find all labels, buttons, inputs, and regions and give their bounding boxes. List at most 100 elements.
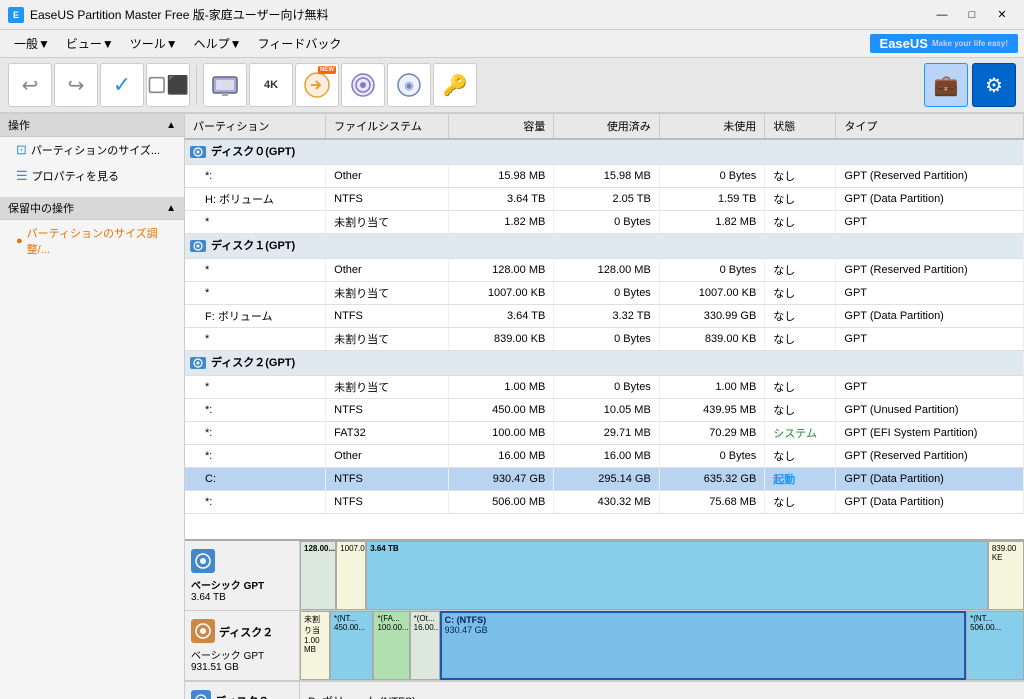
disk-header-row-0: ディスク０(GPT): [185, 139, 1024, 165]
table-body: ディスク０(GPT) *:Other15.98 MB15.98 MB0 Bytes…: [185, 139, 1024, 514]
toolbar-right: 💼 ⚙: [924, 63, 1016, 107]
sidebar-item-pending[interactable]: ● パーティションのサイズ調整/...: [0, 220, 184, 262]
disk2-part-ntfs2[interactable]: *(NT...506.00...: [966, 611, 1024, 680]
disk2-part-ntfs1[interactable]: *(NT...450.00...: [330, 611, 373, 680]
clone-button[interactable]: ◉: [387, 63, 431, 107]
table-row[interactable]: *:Other15.98 MB15.98 MB0 BytesなしGPT (Res…: [185, 165, 1024, 188]
toolbar-left: ↩ ↪ ✓ ⬛ 4K NEW ◉ 🔑: [8, 63, 477, 107]
titlebar-left: E EaseUS Partition Master Free 版-家庭ユーザー向…: [8, 6, 328, 23]
resize-new-button[interactable]: NEW: [295, 63, 339, 107]
disk1-part-unalloc1[interactable]: 1007.00...: [336, 541, 366, 610]
sidebar-item-properties[interactable]: ☰ プロパティを見る: [0, 163, 184, 189]
col-status: 状態: [765, 114, 836, 139]
disk-icon-2: [189, 357, 211, 369]
menubar-items: 一般▼ ビュー▼ ツール▼ ヘルプ▼ フィードバック: [6, 31, 349, 56]
col-partition: パーティション: [185, 114, 326, 139]
4k-button[interactable]: 4K: [249, 63, 293, 107]
disk3-partitions: D: ボリューム (NTFS): [300, 689, 1024, 699]
disk-header-row-1: ディスク１(GPT): [185, 234, 1024, 259]
partitions-table: パーティション ファイルシステム 容量 使用済み 未使用 状態 タイプ ディスク…: [185, 114, 1024, 514]
redo-button[interactable]: ↪: [54, 63, 98, 107]
col-capacity: 容量: [448, 114, 553, 139]
app-icon: E: [8, 7, 24, 23]
table-row[interactable]: *Other128.00 MB128.00 MB0 BytesなしGPT (Re…: [185, 259, 1024, 282]
disk3-visual-label: ディスク３: [185, 682, 300, 699]
sidebar-item-resize[interactable]: ⊡ パーティションのサイズ...: [0, 137, 184, 163]
window-controls: — □ ✕: [928, 5, 1016, 25]
menu-tools[interactable]: ツール▼: [122, 31, 186, 56]
disk3-visual-row: ディスク３ D: ボリューム (NTFS): [185, 681, 1024, 699]
window-title: EaseUS Partition Master Free 版-家庭ユーザー向け無…: [30, 6, 328, 23]
disk1-icon: [191, 549, 215, 573]
table-row[interactable]: *:FAT32100.00 MB29.71 MB70.29 MBシステムGPT …: [185, 422, 1024, 445]
disk-visual-area: ベーシック GPT 3.64 TB 128.00... 1007.00... 3…: [185, 539, 1024, 699]
disk1-part-unalloc2[interactable]: 839.00 KE: [988, 541, 1024, 610]
table-row[interactable]: F: ボリュームNTFS3.64 TB3.32 TB330.99 GBなしGPT…: [185, 305, 1024, 328]
disk-name-2: ディスク２(GPT): [211, 357, 295, 369]
disk-icon-0: [189, 146, 211, 158]
col-type: タイプ: [836, 114, 1024, 139]
disk2-part-fat32[interactable]: *(FA...100.00...: [373, 611, 409, 680]
disk3-icon: [191, 690, 211, 699]
table-row[interactable]: *未割り当て1.00 MB0 Bytes1.00 MBなしGPT: [185, 376, 1024, 399]
table-row[interactable]: *:NTFS450.00 MB10.05 MB439.95 MBなしGPT (U…: [185, 399, 1024, 422]
menu-help[interactable]: ヘルプ▼: [186, 31, 250, 56]
disk3-sub: D: ボリューム (NTFS): [308, 693, 416, 699]
menubar: 一般▼ ビュー▼ ツール▼ ヘルプ▼ フィードバック EaseUS Make y…: [0, 30, 1024, 58]
undo-button[interactable]: ↩: [8, 63, 52, 107]
disk-header-row-2: ディスク２(GPT): [185, 351, 1024, 376]
svg-text:◉: ◉: [404, 80, 414, 92]
table-row[interactable]: C:NTFS930.47 GB295.14 GB635.32 GB起動GPT (…: [185, 468, 1024, 491]
discard-button[interactable]: ⬛: [146, 63, 190, 107]
key-button[interactable]: 🔑: [433, 63, 477, 107]
disk1-part-ntfs[interactable]: 3.64 TB: [366, 541, 988, 610]
menu-general[interactable]: 一般▼: [6, 31, 58, 56]
disk1-visual-row: ベーシック GPT 3.64 TB 128.00... 1007.00... 3…: [185, 541, 1024, 611]
disk2-visual-row: ディスク２ ベーシック GPT 931.51 GB 未割り当1.00 MB *(…: [185, 611, 1024, 681]
disk2-icon: [191, 619, 215, 643]
operations-header: 操作 ▲: [0, 114, 184, 137]
logo-sub: Make your life easy!: [932, 39, 1008, 48]
maximize-button[interactable]: □: [958, 5, 986, 25]
col-filesystem: ファイルシステム: [326, 114, 449, 139]
table-row[interactable]: *未割り当て1.82 MB0 Bytes1.82 MBなしGPT: [185, 211, 1024, 234]
titlebar: E EaseUS Partition Master Free 版-家庭ユーザー向…: [0, 0, 1024, 30]
disk-name-0: ディスク０(GPT): [211, 146, 295, 158]
pending-icon: ●: [16, 235, 23, 247]
properties-icon: ☰: [16, 168, 28, 184]
resize-icon: ⊡: [16, 142, 27, 158]
migrate-os-button[interactable]: [203, 63, 247, 107]
table-row[interactable]: *:NTFS506.00 MB430.32 MB75.68 MBなしGPT (D…: [185, 491, 1024, 514]
disk1-part-other[interactable]: 128.00...: [300, 541, 336, 610]
menu-view[interactable]: ビュー▼: [58, 31, 122, 56]
wipe-button[interactable]: [341, 63, 385, 107]
disk2-part-unalloc[interactable]: 未割り当1.00 MB: [300, 611, 330, 680]
partition-table[interactable]: パーティション ファイルシステム 容量 使用済み 未使用 状態 タイプ ディスク…: [185, 114, 1024, 539]
disk2-part-c[interactable]: C: (NTFS) 930.47 GB: [440, 611, 966, 680]
disk-icon-1: [189, 240, 211, 252]
disk1-visual-label: ベーシック GPT 3.64 TB: [185, 541, 300, 610]
disk2-part-other[interactable]: *(Ot...16.00...: [410, 611, 440, 680]
easeus-logo: EaseUS Make your life easy!: [870, 34, 1018, 53]
main-area: 操作 ▲ ⊡ パーティションのサイズ... ☰ プロパティを見る 保留中の操作 …: [0, 114, 1024, 699]
sidebar: 操作 ▲ ⊡ パーティションのサイズ... ☰ プロパティを見る 保留中の操作 …: [0, 114, 185, 699]
content-area: パーティション ファイルシステム 容量 使用済み 未使用 状態 タイプ ディスク…: [185, 114, 1024, 699]
table-row[interactable]: H: ボリュームNTFS3.64 TB2.05 TB1.59 TBなしGPT (…: [185, 188, 1024, 211]
logo-main: EaseUS: [880, 36, 928, 51]
app-settings-button[interactable]: ⚙: [972, 63, 1016, 107]
disk2-partitions: 未割り当1.00 MB *(NT...450.00... *(FA...100.…: [300, 611, 1024, 680]
disk-name-1: ディスク１(GPT): [211, 240, 295, 252]
apply-button[interactable]: ✓: [100, 63, 144, 107]
close-button[interactable]: ✕: [988, 5, 1016, 25]
table-row[interactable]: *:Other16.00 MB16.00 MB0 BytesなしGPT (Res…: [185, 445, 1024, 468]
table-header-row: パーティション ファイルシステム 容量 使用済み 未使用 状態 タイプ: [185, 114, 1024, 139]
pending-header: 保留中の操作 ▲: [0, 197, 184, 220]
disk1-partitions: 128.00... 1007.00... 3.64 TB 839.00 KE: [300, 541, 1024, 610]
toolbar-sep-1: [196, 65, 197, 105]
minimize-button[interactable]: —: [928, 5, 956, 25]
briefcase-button[interactable]: 💼: [924, 63, 968, 107]
table-row[interactable]: *未割り当て839.00 KB0 Bytes839.00 KBなしGPT: [185, 328, 1024, 351]
col-used: 使用済み: [554, 114, 659, 139]
menu-feedback[interactable]: フィードバック: [250, 31, 350, 56]
table-row[interactable]: *未割り当て1007.00 KB0 Bytes1007.00 KBなしGPT: [185, 282, 1024, 305]
